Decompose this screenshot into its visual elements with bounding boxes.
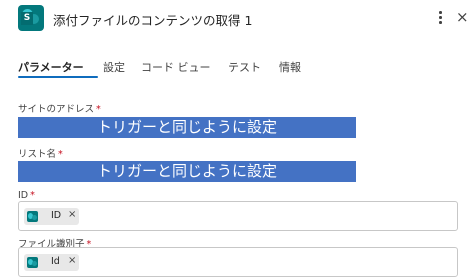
tab-info[interactable]: 情報 — [279, 59, 301, 75]
action-title[interactable]: 添付ファイルのコンテンツの取得 1 — [53, 10, 252, 29]
more-options-icon[interactable] — [436, 8, 446, 26]
panel-header: S 添付ファイルのコンテンツの取得 1 × — [0, 0, 474, 38]
sharepoint-token-icon — [27, 211, 38, 222]
tab-parameters[interactable]: パラメーター — [18, 59, 84, 75]
sharepoint-icon: S — [18, 5, 44, 31]
active-tab-indicator — [18, 76, 98, 78]
tab-settings[interactable]: 設定 — [103, 59, 125, 75]
id-token-label: ID — [51, 210, 62, 221]
remove-token-icon[interactable]: × — [68, 209, 76, 220]
id-label: ID * — [18, 190, 35, 201]
site-address-label: サイトのアドレス * — [18, 104, 101, 115]
sharepoint-token-icon — [27, 257, 38, 268]
file-identifier-token-label: Id — [51, 256, 60, 267]
tab-code-view[interactable]: コード ビュー — [141, 59, 211, 75]
tab-test[interactable]: テスト — [228, 59, 261, 75]
file-identifier-token[interactable]: Id × — [24, 254, 79, 271]
list-name-overlay[interactable]: トリガーと同じように設定 — [18, 161, 356, 182]
remove-token-icon[interactable]: × — [68, 255, 76, 266]
site-address-overlay[interactable]: トリガーと同じように設定 — [18, 117, 356, 138]
close-icon[interactable]: × — [456, 8, 470, 26]
id-field[interactable]: ID × — [18, 201, 458, 231]
tab-bar: パラメーター 設定 コード ビュー テスト 情報 — [0, 54, 474, 80]
id-token[interactable]: ID × — [24, 208, 79, 225]
list-name-label: リスト名 * — [18, 149, 63, 160]
file-identifier-field[interactable]: Id × — [18, 247, 458, 277]
